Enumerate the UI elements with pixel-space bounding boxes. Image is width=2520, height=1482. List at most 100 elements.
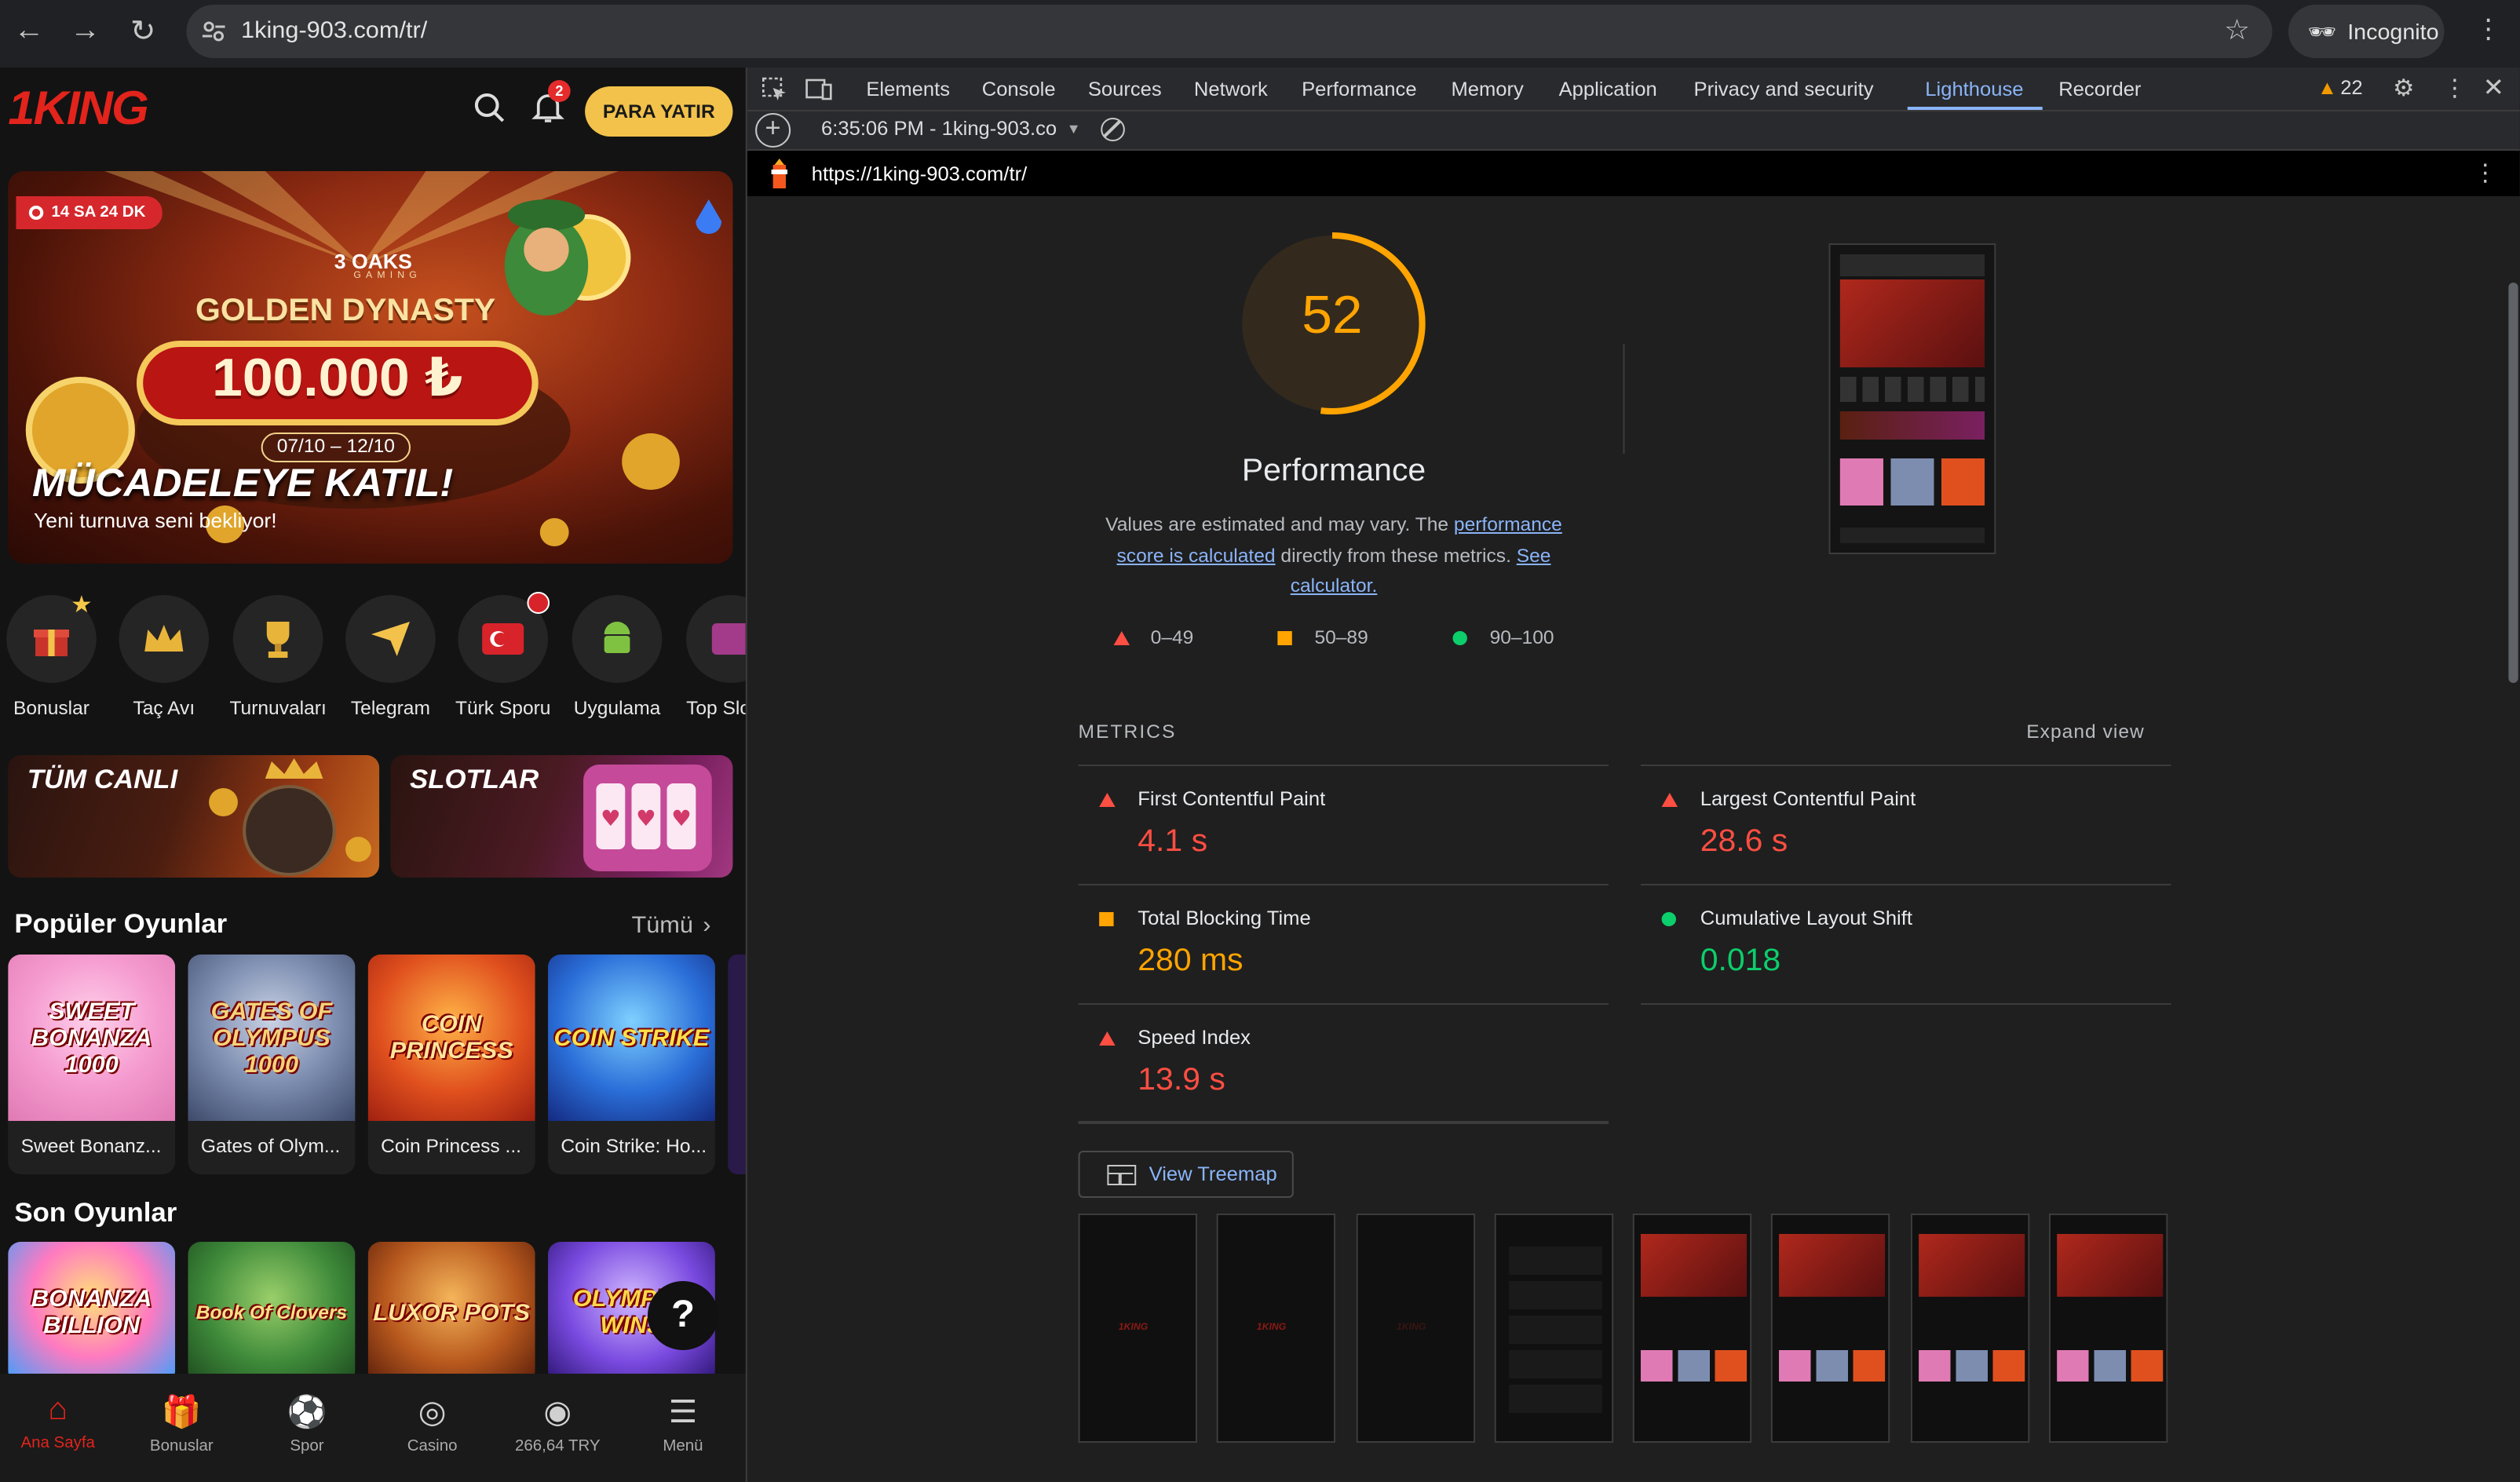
view-treemap-button[interactable]: View Treemap [1078, 1151, 1294, 1198]
svg-text:♥: ♥ [601, 805, 621, 831]
report-menu-icon[interactable]: ⋮ [2473, 159, 2497, 187]
site-settings-icon[interactable] [199, 17, 228, 46]
more-options-icon[interactable]: ⋮ [2442, 74, 2467, 102]
performance-description: Values are estimated and may vary. The p… [1088, 510, 1580, 602]
tab-application[interactable]: Application [1559, 78, 1657, 100]
nav-casino[interactable]: ◎ Casino [384, 1393, 480, 1455]
nav-bonuses[interactable]: 🎁 Bonuslar [133, 1393, 230, 1455]
bookmark-star-icon[interactable]: ☆ [2224, 14, 2250, 47]
scrollbar-thumb[interactable] [2508, 283, 2518, 683]
average-square-icon [1277, 631, 1292, 645]
category-crown-hunt[interactable]: Taç Avı [108, 595, 220, 719]
game-thumbnail: SWEET BONANZA 1000 [8, 955, 176, 1121]
close-devtools-icon[interactable]: ✕ [2483, 72, 2504, 104]
url-text[interactable]: 1king-903.com/tr/ [241, 17, 427, 44]
tab-network[interactable]: Network [1194, 78, 1268, 100]
final-screenshot[interactable] [1828, 243, 1996, 554]
nav-sports[interactable]: ⚽ Spor [259, 1393, 356, 1455]
warning-icon: ▲ [2317, 77, 2338, 99]
tab-sources[interactable]: Sources [1088, 78, 1162, 100]
category-label: Bonuslar [13, 697, 89, 719]
promo-banner[interactable]: 14 SA 24 DK 3 OAKS GAMING GOLDEN DYNASTY… [8, 171, 733, 564]
tab-privacy-security[interactable]: Privacy and security [1694, 78, 1874, 100]
mobile-site-viewport: 1KING 2 PARA YATIR 14 SA 24 DK 3 OAKS GA… [0, 68, 746, 1482]
screenshot-promos [1839, 411, 1985, 440]
game-card[interactable]: LUXOR POTS [367, 1242, 535, 1383]
site-header: 1KING 2 PARA YATIR [0, 68, 746, 152]
category-app[interactable]: Uygulama [561, 595, 673, 719]
clear-reports-icon[interactable] [1101, 118, 1125, 141]
clock-icon [28, 206, 44, 220]
promo-slots[interactable]: ♥ ♥ ♥ SLOTLAR [390, 755, 733, 878]
back-arrow-icon[interactable]: ← [6, 9, 51, 53]
device-toolbar-icon[interactable] [805, 75, 835, 111]
forward-arrow-icon[interactable]: → [63, 9, 108, 53]
category-tournaments[interactable]: Turnuvaları [221, 595, 334, 719]
filmstrip-frame: 1KING [1356, 1214, 1476, 1443]
site-logo[interactable]: 1KING [8, 83, 148, 137]
promo-live-casino[interactable]: TÜM CANLI [8, 755, 380, 878]
tab-console[interactable]: Console [982, 78, 1056, 100]
category-telegram[interactable]: Telegram [334, 595, 447, 719]
report-url[interactable]: https://1king-903.com/tr/ [812, 163, 1027, 185]
incognito-indicator[interactable]: 🕶 Incognito [2288, 5, 2445, 58]
game-card[interactable]: BONANZA BILLION [8, 1242, 176, 1383]
legend-average: 50–89 [1314, 626, 1368, 648]
help-button[interactable]: ? [647, 1281, 719, 1350]
tab-lighthouse[interactable]: Lighthouse [1925, 78, 2023, 100]
frame-logo: 1KING [1118, 1323, 1149, 1333]
filmstrip-frame [1494, 1214, 1614, 1443]
deposit-button[interactable]: PARA YATIR [585, 86, 733, 137]
tab-memory[interactable]: Memory [1451, 78, 1523, 100]
metric-card: First Contentful Paint 4.1 s [1078, 765, 1609, 884]
game-card[interactable]: COIN PRINCESS Coin Princess ... [367, 955, 535, 1174]
metric-label: Total Blocking Time [1138, 907, 1311, 929]
game-card[interactable]: COIN STRIKE Coin Strike: Ho... [548, 955, 715, 1174]
devtools-scrollbar[interactable] [2505, 196, 2520, 1482]
nav-label: Menü [663, 1438, 703, 1455]
metric-label: Cumulative Layout Shift [1700, 907, 1912, 929]
tab-performance[interactable]: Performance [1302, 78, 1416, 100]
lighthouse-toolbar: + 6:35:06 PM - 1king-903.co ▼ [747, 111, 2520, 151]
game-card[interactable]: SWEET BONANZA 1000 Sweet Bonanz... [8, 955, 176, 1174]
category-turkish-sports[interactable]: Türk Sporu [447, 595, 559, 719]
game-card[interactable]: GATES OF OLYMPUS 1000 Gates of Olym... [188, 955, 356, 1174]
banner-dates: 07/10 – 12/10 [276, 435, 395, 457]
metric-value: 28.6 s [1700, 824, 1788, 859]
nav-account[interactable]: ◉ 266,64 TRY [509, 1393, 606, 1455]
bottom-navigation: ⌂ Ana Sayfa 🎁 Bonuslar ⚽ Spor ◎ Casino ◉ 266,… [0, 1374, 746, 1482]
category-top-slots[interactable]: Top Slo [674, 595, 746, 719]
inspect-element-icon[interactable] [760, 75, 789, 111]
game-card[interactable]: Book Of Clovers [188, 1242, 356, 1383]
issues-counter[interactable]: ▲ 22 [2317, 77, 2363, 99]
expand-view-toggle[interactable]: Expand view [2026, 721, 2145, 743]
reload-icon[interactable]: ↻ [121, 9, 166, 53]
category-label: Telegram [350, 697, 430, 719]
pass-circle-icon [1661, 912, 1677, 926]
incognito-icon: 🕶 [2307, 18, 2336, 43]
search-icon[interactable] [471, 89, 509, 135]
countdown-timer: 14 SA 24 DK [16, 196, 162, 229]
nav-menu[interactable]: ☰ Menü [635, 1393, 732, 1455]
telegram-icon [345, 595, 436, 683]
see-all-link[interactable]: Tümü › [631, 912, 710, 939]
tab-elements[interactable]: Elements [866, 78, 950, 100]
pass-circle-icon [1452, 631, 1467, 645]
popular-games-title: Popüler Oyunlar [14, 909, 228, 939]
fail-triangle-icon [1113, 631, 1130, 645]
report-selector[interactable]: 6:35:06 PM - 1king-903.co ▼ [821, 118, 1081, 140]
metric-divider [1078, 1122, 1609, 1124]
devtools-panel: Elements Console Sources Network Perform… [745, 68, 2520, 1482]
nav-home[interactable]: ⌂ Ana Sayfa [9, 1393, 106, 1452]
game-card-peek[interactable] [728, 955, 746, 1174]
game-thumbnail: COIN PRINCESS [367, 955, 535, 1121]
tab-recorder[interactable]: Recorder [2058, 78, 2141, 100]
promo-title: SLOTLAR [409, 765, 539, 794]
settings-gear-icon[interactable]: ⚙ [2393, 74, 2415, 102]
address-bar[interactable]: ☆ [186, 5, 2273, 58]
metric-label: First Contentful Paint [1138, 788, 1326, 810]
metric-value: 0.018 [1700, 944, 1781, 978]
browser-menu-icon[interactable]: ⋮ [2474, 14, 2502, 46]
new-report-icon[interactable]: + [755, 113, 791, 148]
star-badge-icon: ★ [71, 592, 93, 619]
